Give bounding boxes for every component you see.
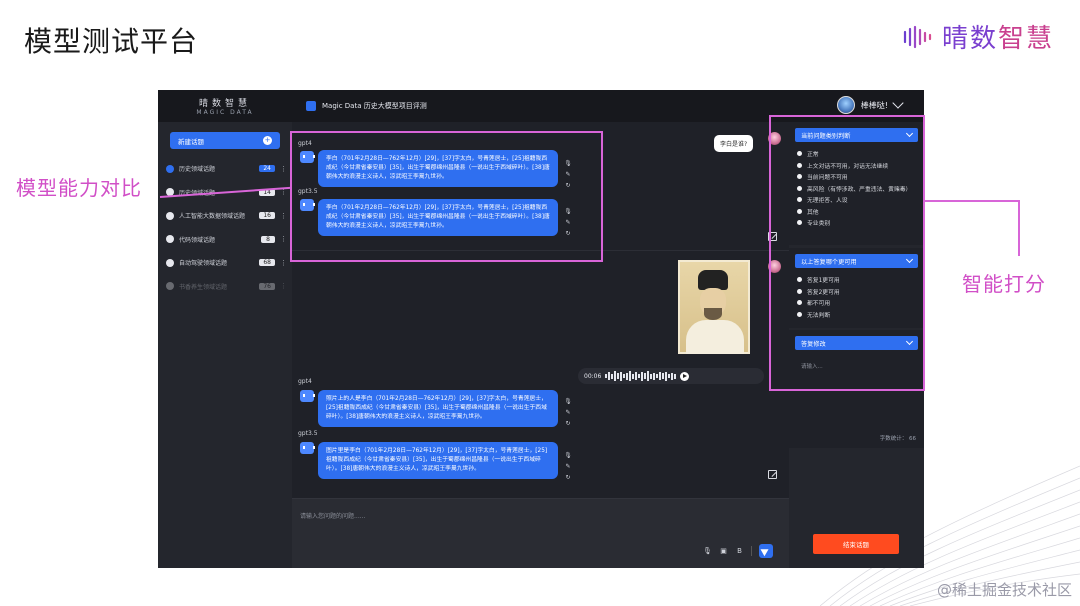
answer-actions: 🎙 ✎ ↻: [564, 452, 572, 482]
sidebar-item-label: 代码领域话题: [179, 236, 216, 244]
sidebar-item-label: 自动驾驶领域话题: [179, 260, 228, 268]
message-input[interactable]: 请输入您问题的问题...... 🎙 ▣ B: [292, 498, 789, 568]
message-input-placeholder: 请输入您问题的问题......: [300, 513, 366, 520]
project-title: Magic Data 历史大模型项目评测: [306, 101, 427, 111]
waveform-icon: [605, 371, 676, 381]
highlight-box-models: [290, 131, 603, 262]
brand-text-2: 智慧: [997, 24, 1054, 54]
chevron-down-icon[interactable]: [892, 97, 904, 109]
brand-logo: 晴数智慧: [902, 18, 1054, 55]
play-icon[interactable]: [679, 371, 689, 381]
answer-actions: 🎙 ✎ ↻: [564, 398, 572, 428]
project-icon: [306, 101, 316, 111]
sidebar-item-count: 8: [261, 235, 275, 243]
refresh-icon[interactable]: ↻: [565, 420, 570, 428]
sidebar-item[interactable]: 代码领域话题 8 ⋮: [158, 228, 292, 252]
bot-icon: [300, 442, 315, 454]
edit-icon[interactable]: ✎: [565, 463, 570, 471]
brand-text-1: 晴数: [941, 24, 998, 54]
topic-icon: [166, 164, 174, 173]
refresh-icon[interactable]: ↻: [565, 474, 570, 482]
question-image: [678, 260, 750, 354]
highlight-box-scoring: [769, 115, 925, 391]
sidebar-item-label: 历史领域话题: [179, 166, 216, 174]
annotation-model-compare: 模型能力对比: [16, 176, 142, 200]
voice-time: 00:06: [584, 372, 602, 380]
plus-icon: +: [263, 136, 272, 145]
annotation-line-right-h: [924, 200, 1020, 202]
topic-icon: [166, 235, 174, 244]
new-topic-label: 新建话题: [178, 137, 204, 146]
sidebar-item-count: 76: [259, 282, 275, 290]
user-question: 李白是谁?: [714, 135, 754, 152]
sidebar-item-label: 书香养生领域话题: [179, 283, 228, 291]
brand-mark-icon: [903, 25, 932, 48]
slide-title: 模型测试平台: [24, 25, 199, 58]
send-button[interactable]: [759, 544, 773, 558]
input-tools: 🎙 ▣ B: [703, 544, 773, 558]
edit-icon[interactable]: ✎: [565, 409, 570, 417]
mic-icon[interactable]: 🎙: [564, 452, 572, 460]
avatar[interactable]: [836, 96, 855, 114]
watermark: @稀土掘金技术社区: [936, 581, 1072, 599]
more-icon[interactable]: ⋮: [280, 165, 287, 173]
more-icon[interactable]: ⋮: [280, 212, 287, 220]
more-icon[interactable]: ⋮: [280, 282, 287, 290]
answer-bubble: 图片里是李白（701年2月28日—762年12月）[29]，[37]字太白，号青…: [318, 442, 558, 479]
mic-icon[interactable]: 🎙: [564, 398, 572, 406]
new-topic-button[interactable]: 新建话题 +: [170, 132, 280, 149]
end-topic-button[interactable]: 结束话题: [813, 534, 899, 554]
more-icon[interactable]: ⋮: [280, 235, 287, 243]
app-logo-cn: 晴数智慧: [198, 99, 251, 109]
model-label: gpt3.5: [298, 430, 318, 437]
word-count: 字数统计： 66: [879, 436, 916, 442]
sidebar-item-count: 24: [259, 165, 275, 173]
sidebar-item[interactable]: 历史领域话题 24 ⋮: [158, 157, 292, 181]
user-menu[interactable]: 棒棒哒!: [836, 96, 904, 114]
voice-message[interactable]: 00:06: [578, 368, 764, 384]
user-name: 棒棒哒!: [860, 100, 888, 110]
model-label: gpt4: [298, 378, 312, 385]
more-icon[interactable]: ⋮: [280, 259, 287, 267]
sidebar-item[interactable]: 自动驾驶领域话题 68 ⋮: [158, 251, 292, 275]
bot-icon: [300, 390, 315, 402]
app-logo-en: MAGIC DATA: [196, 109, 254, 116]
sidebar-item[interactable]: 人工智能大数据领域话题 16 ⋮: [158, 204, 292, 228]
answer-bubble: 照片上的人是李白（701年2月28日—762年12月）[29]，[37]字太白，…: [318, 390, 558, 427]
image-icon[interactable]: ▣: [719, 547, 728, 556]
sidebar-item-count: 68: [259, 259, 275, 267]
topic-icon: [166, 282, 174, 291]
topic-icon: [166, 211, 174, 220]
mic-icon[interactable]: 🎙: [703, 547, 712, 556]
topic-icon: [166, 258, 174, 267]
project-title-text: Magic Data 历史大模型项目评测: [322, 102, 427, 110]
app-logo: 晴数智慧 MAGIC DATA: [158, 96, 292, 116]
sidebar-item-label: 人工智能大数据领域话题: [179, 213, 246, 221]
annotation-smart-scoring: 智能打分: [962, 272, 1046, 296]
sidebar-item-count: 16: [259, 212, 275, 220]
edit-icon[interactable]: [768, 470, 777, 479]
annotation-line-right-v: [1018, 200, 1020, 256]
sidebar-item[interactable]: 书香养生领域话题 76 ⋮: [158, 275, 292, 299]
file-icon[interactable]: B: [735, 547, 744, 556]
